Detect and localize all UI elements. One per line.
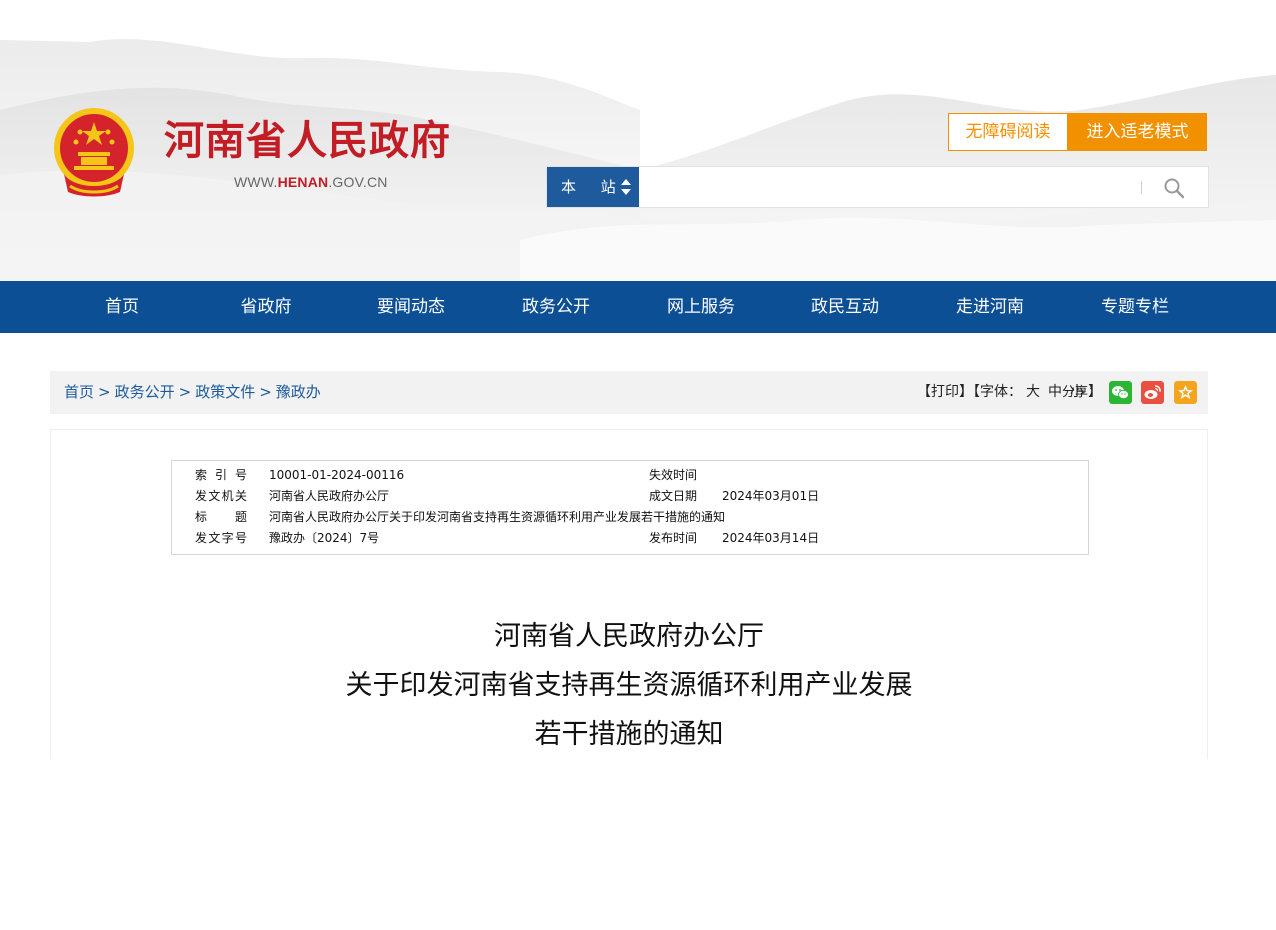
font-size-medium[interactable]: 中 (1048, 384, 1062, 400)
document-title: 河南省人民政府办公厅 关于印发河南省支持再生资源循环利用产业发展 若干措施的通知 (51, 612, 1207, 759)
breadcrumb: 首页 > 政务公开 > 政策文件 > 豫政办 (64, 371, 321, 414)
nav-item-news[interactable]: 要闻动态 (351, 281, 471, 333)
breadcrumb-policy-docs[interactable]: 政策文件 (195, 383, 255, 401)
font-size-label-open: 【字体： (973, 384, 1022, 400)
site-url-highlight: HENAN (277, 174, 329, 190)
search-box: 本 站 (546, 166, 1209, 208)
search-divider (1141, 181, 1142, 194)
nav-item-online-services[interactable]: 网上服务 (641, 281, 761, 333)
search-input[interactable] (639, 167, 1139, 207)
meta-doc-no-label: 发文字号 (195, 531, 247, 545)
national-emblem-icon (54, 108, 134, 197)
meta-row: 发文字号 豫政办〔2024〕7号 发布时间 2024年03月14日 (172, 528, 1088, 549)
nav-item-gov-affairs[interactable]: 政务公开 (496, 281, 616, 333)
nav-item-special-topics[interactable]: 专题专栏 (1075, 281, 1195, 333)
meta-title-label: 标题 (195, 510, 247, 524)
nav-item-home[interactable]: 首页 (62, 281, 182, 333)
content-frame: 索引号 10001-01-2024-00116 失效时间 发文机关 河南省人民政… (50, 429, 1208, 759)
top-buttons: 无障碍阅读 进入适老模式 (948, 113, 1207, 151)
breadcrumb-office[interactable]: 豫政办 (276, 383, 321, 401)
document-title-line-2: 关于印发河南省支持再生资源循环利用产业发展 (345, 670, 913, 701)
site-url-suffix: .GOV.CN (328, 174, 388, 190)
main-nav: 首页 省政府 要闻动态 政务公开 网上服务 政民互动 走进河南 专题专栏 (0, 281, 1276, 333)
search-scope-label: 本 站 (561, 178, 626, 196)
site-title[interactable]: 河南省人民政府 (164, 116, 451, 166)
sort-arrows-icon (621, 179, 631, 195)
document-title-line-3: 若干措施的通知 (534, 719, 724, 750)
meta-issuer-value: 河南省人民政府办公厅 (269, 489, 390, 503)
meta-publish-value: 2024年03月14日 (722, 531, 820, 545)
meta-row: 索引号 10001-01-2024-00116 失效时间 (172, 465, 1088, 486)
meta-row: 发文机关 河南省人民政府办公厅 成文日期 2024年03月01日 (172, 486, 1088, 507)
print-button[interactable]: 【打印】 (917, 384, 973, 400)
meta-written-label: 成文日期 (649, 489, 698, 503)
wechat-icon[interactable] (1109, 381, 1132, 404)
meta-index-value: 10001-01-2024-00116 (269, 468, 405, 482)
nav-item-about-henan[interactable]: 走进河南 (930, 281, 1050, 333)
meta-written-value: 2024年03月01日 (722, 489, 820, 503)
meta-index-label: 索引号 (195, 468, 247, 482)
breadcrumb-separator: > (98, 383, 111, 401)
breadcrumb-gov-affairs[interactable]: 政务公开 (115, 383, 175, 401)
breadcrumb-bar: 首页 > 政务公开 > 政策文件 > 豫政办 【打印】【字体：大中小】 分享： (50, 371, 1208, 414)
site-header: 河南省人民政府 WWW.HENAN.GOV.CN 无障碍阅读 进入适老模式 本 … (0, 0, 1276, 281)
elder-mode-button[interactable]: 进入适老模式 (1068, 113, 1207, 151)
breadcrumb-separator: > (259, 383, 272, 401)
meta-doc-no-value: 豫政办〔2024〕7号 (269, 531, 380, 545)
nav-item-interaction[interactable]: 政民互动 (785, 281, 905, 333)
meta-title-value: 河南省人民政府办公厅关于印发河南省支持再生资源循环利用产业发展若干措施的通知 (269, 510, 726, 524)
star-icon[interactable] (1174, 381, 1197, 404)
breadcrumb-separator: > (178, 383, 192, 401)
meta-expire-label: 失效时间 (649, 468, 698, 482)
meta-issuer-label: 发文机关 (195, 489, 247, 503)
search-scope-select[interactable]: 本 站 (547, 167, 639, 207)
document-meta-table: 索引号 10001-01-2024-00116 失效时间 发文机关 河南省人民政… (171, 460, 1089, 555)
document-title-line-1: 河南省人民政府办公厅 (494, 621, 764, 652)
search-icon[interactable] (1163, 177, 1185, 199)
site-url: WWW.HENAN.GOV.CN (234, 173, 388, 191)
meta-publish-label: 发布时间 (649, 531, 698, 545)
breadcrumb-home[interactable]: 首页 (64, 383, 94, 401)
site-url-prefix: WWW. (234, 174, 278, 190)
share-label: 分享： (1062, 385, 1102, 400)
accessibility-button[interactable]: 无障碍阅读 (948, 113, 1068, 151)
weibo-icon[interactable] (1141, 381, 1164, 404)
font-size-large[interactable]: 大 (1026, 384, 1040, 400)
nav-item-provincial-gov[interactable]: 省政府 (206, 281, 326, 333)
meta-row: 标题 河南省人民政府办公厅关于印发河南省支持再生资源循环利用产业发展若干措施的通… (172, 507, 1088, 528)
